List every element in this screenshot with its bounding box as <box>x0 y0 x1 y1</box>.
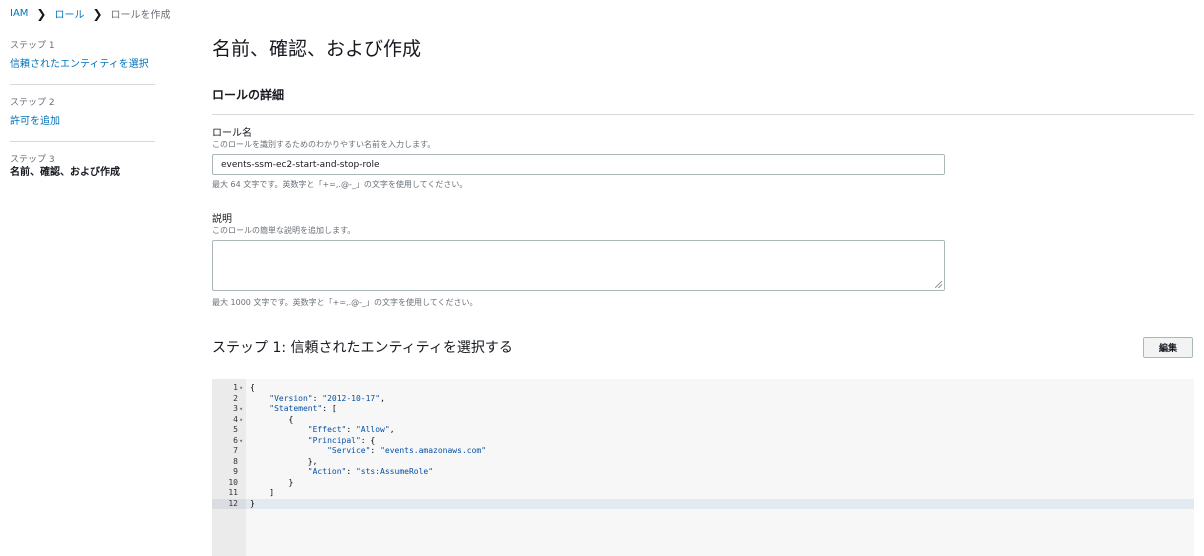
step-link-select-trusted-entity[interactable]: 信頼されたエンティティを選択 <box>10 59 149 70</box>
step-number: ステップ 2 <box>10 98 55 108</box>
chevron-right-icon: ❯ <box>36 6 47 21</box>
wizard-step-2: ステップ 2 許可を追加 <box>10 97 155 142</box>
line-number: 9 <box>233 467 238 476</box>
code-text: "Service": "events.amazonaws.com" <box>327 446 487 455</box>
breadcrumb-iam-link[interactable]: IAM <box>10 8 28 19</box>
code-text: { <box>250 383 255 392</box>
code-text: "Statement": [ <box>269 404 337 413</box>
fold-toggle-icon[interactable]: ▾ <box>239 404 243 414</box>
chevron-right-icon: ❯ <box>92 6 103 21</box>
fold-toggle-icon[interactable]: ▾ <box>239 415 243 425</box>
section-divider <box>212 114 1194 115</box>
code-text: "Effect": "Allow", <box>307 425 395 434</box>
breadcrumb-current: ロールを作成 <box>110 10 171 21</box>
description-textarea[interactable] <box>212 240 945 291</box>
code-text: "Version": "2012-10-17", <box>269 393 385 403</box>
line-number: 12 <box>212 498 246 509</box>
code-text: "Principal": { <box>307 435 376 445</box>
page-title: 名前、確認、および作成 <box>212 38 422 60</box>
description-label: 説明 <box>212 214 232 225</box>
code-line[interactable]: 9 "Action": "sts:AssumeRole" <box>212 467 1194 477</box>
code-line[interactable]: 11 ] <box>212 488 1194 498</box>
line-number: 7 <box>233 446 238 455</box>
code-line[interactable]: 6 ▾ "Principal": { <box>212 436 1194 446</box>
code-text: } <box>250 477 294 487</box>
trust-policy-editor[interactable]: 1 ▾{2 "Version": "2012-10-17", 3 ▾ "Stateme… <box>212 379 1194 556</box>
breadcrumb: IAM ❯ ロール ❯ ロールを作成 <box>10 6 171 22</box>
wizard-steps: ステップ 1 信頼されたエンティティを選択 ステップ 2 許可を追加 ステップ … <box>10 40 155 204</box>
resize-grip-icon[interactable] <box>935 281 942 288</box>
code-line[interactable]: 2 "Version": "2012-10-17", <box>212 394 1194 404</box>
role-name-description: このロールを識別するためのわかりやすい名前を入力します。 <box>212 140 436 149</box>
wizard-step-1: ステップ 1 信頼されたエンティティを選択 <box>10 40 155 85</box>
line-number: 2 <box>233 393 238 403</box>
role-name-input[interactable] <box>212 154 945 175</box>
role-name-label: ロール名 <box>212 128 252 139</box>
code-line[interactable]: 5 "Effect": "Allow", <box>212 425 1194 435</box>
code-line[interactable]: 12} <box>212 498 1194 509</box>
description-help: このロールの簡単な説明を追加します。 <box>212 226 356 235</box>
code-line[interactable]: 1 ▾{ <box>212 383 1194 393</box>
code-line[interactable]: 10 } <box>212 478 1194 488</box>
code-line[interactable]: 4 ▾ { <box>212 415 1194 425</box>
code-text: } <box>250 498 255 508</box>
step-link-add-permissions[interactable]: 許可を追加 <box>10 116 60 127</box>
step-number: ステップ 3 <box>10 155 55 165</box>
role-name-hint: 最大 64 文字です。英数字と「+=,.@-_」の文字を使用してください。 <box>212 180 468 189</box>
code-text: { <box>250 414 294 424</box>
line-number: 8 <box>233 456 238 466</box>
step-number: ステップ 1 <box>10 41 55 51</box>
wizard-step-3: ステップ 3 名前、確認、および作成 <box>10 154 155 192</box>
step-current-label: 名前、確認、および作成 <box>10 167 120 178</box>
fold-toggle-icon[interactable]: ▾ <box>239 436 243 446</box>
code-line[interactable]: 3 ▾ "Statement": [ <box>212 404 1194 414</box>
code-text: "Action": "sts:AssumeRole" <box>307 467 434 476</box>
fold-toggle-icon[interactable]: ▾ <box>239 383 243 393</box>
edit-button[interactable]: 編集 <box>1143 337 1193 358</box>
code-line[interactable]: 8 }, <box>212 457 1194 467</box>
code-text: ] <box>250 488 275 497</box>
line-number: 5 <box>233 425 238 434</box>
section-title-role-details: ロールの詳細 <box>212 88 285 102</box>
line-number: 11 <box>228 488 238 497</box>
code-text: }, <box>250 456 318 466</box>
code-line[interactable]: 7 "Service": "events.amazonaws.com" <box>212 446 1194 456</box>
step1-section-title: ステップ 1: 信頼されたエンティティを選択する <box>212 340 513 356</box>
line-number: 10 <box>228 477 238 487</box>
breadcrumb-roles-link[interactable]: ロール <box>54 6 84 21</box>
description-hint: 最大 1000 文字です。英数字と「+=,.@-_」の文字を使用してください。 <box>212 298 478 307</box>
